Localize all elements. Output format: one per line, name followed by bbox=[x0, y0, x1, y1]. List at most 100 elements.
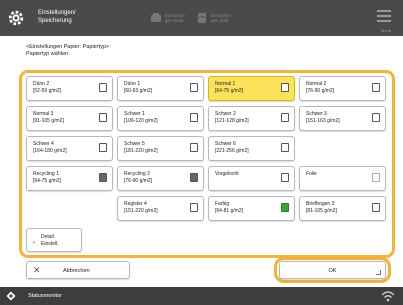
paper-type-button[interactable]: Schwer 1 [106-120 g/m2] bbox=[117, 106, 204, 131]
paper-type-weight-range: [121-128 g/m2] bbox=[215, 118, 249, 124]
paper-icon bbox=[99, 173, 107, 182]
page-title: Einstellungen/ Speicherung bbox=[38, 9, 108, 25]
paper-type-name: Schwer 2 bbox=[215, 111, 236, 117]
paper-type-button[interactable]: Schwer 6 [221-256 g/m2] bbox=[208, 136, 295, 161]
cancel-label: Abbrechen bbox=[63, 268, 90, 274]
paper-type-name: Farbig bbox=[215, 201, 230, 207]
paper-type-button[interactable]: Vorgelocht bbox=[208, 166, 295, 191]
detail-settings-label2: Einstell. bbox=[41, 240, 59, 247]
paper-type-weight-range: [64-75 g/m2] bbox=[215, 88, 244, 94]
paper-type-name: Register 4 bbox=[124, 201, 147, 207]
paper-type-name: Recycling 2 bbox=[124, 171, 150, 177]
paper-icon bbox=[281, 113, 289, 122]
paper-icon bbox=[281, 203, 289, 212]
menu-label: Menü bbox=[380, 28, 391, 33]
paper-type-name: Schwer 3 bbox=[306, 111, 327, 117]
corner-indicator-icon bbox=[376, 270, 381, 275]
paper-icon bbox=[190, 173, 198, 182]
ok-label: OK bbox=[328, 268, 337, 274]
status-bar[interactable]: Statusmonitor bbox=[0, 287, 403, 305]
title-bar: Einstellungen/ Speicherung Einstellun- g… bbox=[0, 0, 403, 36]
menu-icon-bar bbox=[377, 15, 391, 17]
paper-type-name: Normal 3 bbox=[33, 111, 54, 117]
paper-type-name: Schwer 5 bbox=[124, 141, 145, 147]
instructions-title: <Einstellungen Papier: Papiertyp> bbox=[26, 44, 110, 50]
paper-type-button[interactable]: Schwer 4 [164-180 g/m2] bbox=[26, 136, 113, 161]
paper-type-button[interactable]: Folie bbox=[299, 166, 386, 191]
network-icon bbox=[381, 291, 395, 302]
detail-settings-label: Detail. Einstell. bbox=[41, 234, 59, 247]
paper-icon bbox=[190, 113, 198, 122]
paper-type-weight-range: [221-256 g/m2] bbox=[215, 148, 249, 154]
paper-icon bbox=[372, 203, 380, 212]
paper-type-name: Normal 1 bbox=[215, 81, 236, 87]
paper-icon bbox=[99, 113, 107, 122]
paper-type-weight-range: [81-105 g/m2] bbox=[306, 208, 337, 214]
status-monitor-label: Statusmonitor bbox=[28, 293, 62, 299]
paper-type-name: Schwer 1 bbox=[124, 111, 145, 117]
paper-type-name: Folie bbox=[306, 171, 317, 177]
menu-icon-bar bbox=[377, 10, 391, 12]
paper-type-name: Schwer 6 bbox=[215, 141, 236, 147]
detail-settings-label1: Detail. bbox=[41, 234, 56, 240]
status-monitor-icon bbox=[6, 291, 16, 301]
paper-type-button[interactable]: Schwer 3 [151-163 g/m2] bbox=[299, 106, 386, 131]
paper-icon bbox=[372, 113, 380, 122]
paper-type-weight-range: [181-220 g/m2] bbox=[124, 148, 158, 154]
paper-type-button[interactable]: Recycling 2 [76-90 g/m2] bbox=[117, 166, 204, 191]
paper-type-button[interactable]: Briefbogen 3 [81-105 g/m2] bbox=[299, 196, 386, 221]
page-title-line1: Einstellungen/ bbox=[38, 10, 76, 16]
cancel-settings-button[interactable]: Einstellun- gen abbr. bbox=[196, 9, 232, 27]
paper-icon bbox=[190, 203, 198, 212]
paper-type-weight-range: [76-90 g/m2] bbox=[306, 88, 335, 94]
paper-icon bbox=[281, 83, 289, 92]
settings-home-button[interactable] bbox=[0, 0, 24, 36]
paper-type-button[interactable]: Recycling 1 [64-75 g/m2] bbox=[26, 166, 113, 191]
paper-type-weight-range: [64-75 g/m2] bbox=[33, 178, 62, 184]
paper-type-button[interactable]: Schwer 2 [121-128 g/m2] bbox=[208, 106, 295, 131]
paper-type-name: Dünn 1 bbox=[124, 81, 141, 87]
check-settings-icon bbox=[151, 13, 161, 22]
menu-button[interactable] bbox=[377, 10, 391, 26]
paper-type-name: Normal 2 bbox=[306, 81, 327, 87]
paper-type-weight-range: [52-59 g/m2] bbox=[33, 88, 62, 94]
paper-icon bbox=[372, 173, 380, 182]
paper-type-weight-range: [164-180 g/m2] bbox=[33, 148, 67, 154]
paper-type-weight-range: [64-81 g/m2] bbox=[215, 208, 244, 214]
paper-icon bbox=[281, 173, 289, 182]
gear-icon bbox=[8, 10, 24, 26]
paper-type-weight-range: [151-220 g/m2] bbox=[124, 208, 158, 214]
instructions-text: Papiertyp wählen. bbox=[26, 51, 70, 57]
paper-type-weight-range: [106-120 g/m2] bbox=[124, 118, 158, 124]
paper-type-button[interactable]: Farbig [64-81 g/m2] bbox=[208, 196, 295, 221]
paper-type-name: Recycling 1 bbox=[33, 171, 59, 177]
page-title-line2: Speicherung bbox=[38, 18, 72, 24]
cancel-settings-label2: gen abbr. bbox=[211, 18, 230, 23]
paper-type-button[interactable]: Normal 1 [64-75 g/m2] bbox=[208, 76, 295, 101]
check-settings-button[interactable]: Einstellun- gen kontr. bbox=[150, 9, 186, 27]
close-icon: ✕ bbox=[33, 265, 41, 275]
paper-type-button[interactable]: Normal 3 [91-105 g/m2] bbox=[26, 106, 113, 131]
instructions: <Einstellungen Papier: Papiertyp> Papier… bbox=[26, 44, 109, 58]
paper-type-weight-range: [91-105 g/m2] bbox=[33, 118, 64, 124]
paper-type-weight-range: [151-163 g/m2] bbox=[306, 118, 340, 124]
menu-icon-bar bbox=[377, 20, 391, 22]
paper-type-button[interactable]: Normal 2 [76-90 g/m2] bbox=[299, 76, 386, 101]
paper-icon bbox=[281, 143, 289, 152]
check-settings-label2: gen kontr. bbox=[165, 18, 185, 23]
paper-type-name: Dünn 2 bbox=[33, 81, 50, 87]
paper-icon bbox=[190, 83, 198, 92]
paper-type-button[interactable]: Dünn 2 [52-59 g/m2] bbox=[26, 76, 113, 101]
ok-button[interactable]: OK bbox=[279, 261, 386, 279]
paper-type-button[interactable]: Schwer 5 [181-220 g/m2] bbox=[117, 136, 204, 161]
paper-icon bbox=[190, 143, 198, 152]
paper-type-name: Briefbogen 3 bbox=[306, 201, 335, 207]
paper-icon bbox=[99, 143, 107, 152]
detail-settings-button[interactable]: › Detail. Einstell. bbox=[26, 228, 82, 252]
cancel-settings-icon bbox=[198, 13, 206, 23]
chevron-right-icon: › bbox=[33, 240, 35, 246]
paper-type-button[interactable]: Dünn 1 [60-63 g/m2] bbox=[117, 76, 204, 101]
paper-type-button[interactable]: Register 4 [151-220 g/m2] bbox=[117, 196, 204, 221]
cancel-button[interactable]: ✕ Abbrechen bbox=[26, 261, 130, 279]
paper-type-weight-range: [76-90 g/m2] bbox=[124, 178, 153, 184]
